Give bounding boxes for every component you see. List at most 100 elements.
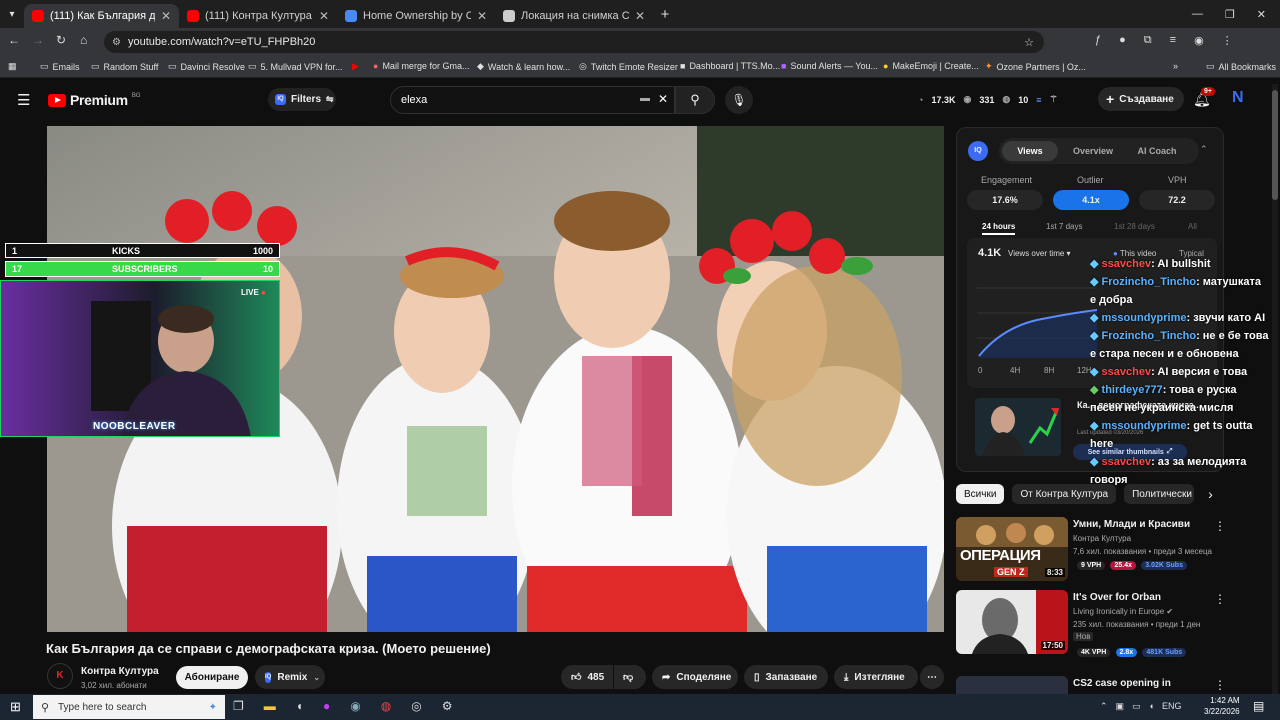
hamburger-menu-icon[interactable]: ☰ [17,91,30,109]
forward-icon[interactable]: → [32,33,44,47]
bookmark-star-icon[interactable]: ☆ [1024,36,1034,49]
search-button[interactable]: ⚲ [675,86,715,114]
save-button[interactable]: ▯ Запазване [744,665,828,689]
chrome-icon[interactable]: ◍ [381,699,391,713]
tab-search-icon[interactable]: ▾ [0,9,24,20]
windows-start-icon[interactable]: ⊞ [10,699,21,715]
bookmark-item[interactable]: ● MakeEmoji | Create... [883,61,979,71]
close-tab-icon[interactable]: ✕ [161,9,171,23]
tab-location[interactable]: Локация на снимка София ✕ [495,4,653,28]
remix-button[interactable]: IQ Remix ⌄ [255,665,325,689]
search-input[interactable]: elexa ▬ ✕ [390,86,675,114]
clock[interactable]: 1:42 AM 3/22/2026 [1204,695,1240,717]
settings-gear-icon[interactable]: ⚙ [442,699,453,713]
views-dropdown[interactable]: Views over time ▾ [1008,249,1071,258]
bookmark-item[interactable]: ● Mail merge for Gma... [373,61,469,71]
collapse-chevron-icon[interactable]: ⌃ [1200,144,1208,155]
bookmark-item[interactable]: ◎ Twitch Emote Resizer [579,61,678,72]
more-options-icon[interactable]: ⋮ [1214,592,1226,606]
close-tab-icon[interactable]: ✕ [319,9,329,23]
reload-icon[interactable]: ↻ [56,33,66,47]
restore-icon[interactable]: ❐ [1225,8,1235,21]
tab-home-ownership[interactable]: Home Ownership by Country 2... ✕ [337,4,495,28]
network-icon[interactable]: ▭ [1132,701,1141,712]
extensions-puzzle-icon[interactable]: ⧉ [1144,34,1152,47]
bookmark-item[interactable]: ▭ Emails [40,61,80,72]
subscribe-button[interactable]: Абониране [176,666,248,689]
site-info-icon[interactable]: ⚙ [112,37,121,48]
all-bookmarks[interactable]: ▭ All Bookmarks [1206,61,1276,72]
download-button[interactable]: ⤓ Изтегляне [834,665,918,689]
range-all[interactable]: All [1188,222,1197,231]
tab-active[interactable]: (111) Как България да се справ... ✕ [24,4,179,28]
bookmark-item[interactable]: ▶ [352,61,359,72]
bookmark-item[interactable]: ▭ 5. Mullvad VPN for... [248,61,343,72]
chevron-right-icon[interactable]: › [1208,484,1213,504]
voice-search-button[interactable]: 🎙 [725,86,753,114]
chip-from-channel[interactable]: От Контра Култура [1012,484,1117,504]
like-button[interactable]: 👍︎ 485 [561,665,613,689]
profile-avatar-icon[interactable]: ◉ [1194,34,1204,47]
tab-views[interactable]: Views [1002,141,1058,161]
share-button[interactable]: ➦ Споделяне [652,665,738,689]
address-bar[interactable]: ⚙ youtube.com/watch?v=eTU_FHPBh20 ☆ [104,31,1044,53]
more-options-icon[interactable]: ⋮ [1214,519,1226,533]
file-explorer-icon[interactable]: ▬ [264,699,276,713]
chip-political[interactable]: Политически н... [1124,484,1195,504]
account-avatar[interactable]: N [1232,89,1248,109]
range-24-hours[interactable]: 24 hours [982,222,1016,235]
app-icon[interactable]: ◖ [296,699,303,713]
tab-ai-coach[interactable]: AI Coach [1127,141,1187,161]
more-bookmarks-icon[interactable]: » [1173,61,1178,71]
keyboard-icon[interactable]: ▬ [640,93,650,104]
tab-overview[interactable]: Overview [1065,141,1121,161]
tray-app-icon[interactable]: ▣ [1116,701,1125,712]
dislike-button[interactable]: 👎︎ [614,665,646,689]
filter-icon[interactable]: ⚚ [1050,94,1058,105]
obs-icon[interactable]: ◎ [411,699,421,713]
close-tab-icon[interactable]: ✕ [635,9,645,23]
scrollbar-thumb[interactable] [1272,90,1278,200]
task-view-icon[interactable]: ❐ [233,699,244,713]
extension-icon[interactable]: ƒ [1095,34,1101,47]
volume-icon[interactable]: ◖ [1149,701,1154,712]
new-tab-icon[interactable]: + [653,6,677,23]
tray-chevron-icon[interactable]: ⌃ [1100,701,1108,712]
notifications-button[interactable]: 🔔︎ 9+ [1193,87,1215,108]
apps-grid-icon[interactable]: ▦ [8,61,17,72]
language-indicator[interactable]: ENG [1162,701,1182,712]
bookmark-item[interactable]: ■ Sound Alerts — You... [781,61,878,71]
range-28-days[interactable]: 1st 28 days [1114,222,1155,231]
bookmark-item[interactable]: ✦ Ozone Partners | Oz... [985,61,1086,72]
list-icon[interactable]: ≡ [1036,95,1041,105]
more-options-icon[interactable]: ⋮ [1214,678,1226,692]
bookmark-item[interactable]: ▭ Davinci Resolve [168,61,245,72]
bookmark-item[interactable]: ■ Dashboard | TTS.Mo... [680,61,780,71]
close-tab-icon[interactable]: ✕ [477,9,487,23]
bookmark-item[interactable]: ◆ Watch & learn how... [477,61,570,72]
recommendation-item[interactable]: 17:50 It's Over for Orban Living Ironica… [956,590,1256,657]
create-button[interactable]: + Създаване [1098,87,1184,111]
chip-all[interactable]: Всички [956,484,1005,504]
notification-center-icon[interactable]: ▤ [1253,699,1264,713]
channel-name[interactable]: Контра Култура [81,666,159,677]
extension-icon[interactable]: ● [1119,34,1126,47]
bookmark-item[interactable]: ▭ Random Stuff [91,61,158,72]
back-icon[interactable]: ← [8,33,20,47]
home-icon[interactable]: ⌂ [80,33,87,47]
app-icon[interactable]: ● [323,699,330,713]
similar-thumbnail[interactable] [975,398,1061,456]
taskbar-search[interactable]: ⚲ Type here to search ✦ [33,695,225,719]
youtube-logo[interactable]: Premium BG [48,92,140,108]
tab-kontra-kultura[interactable]: (111) Контра Култура - YouTub... ✕ [179,4,337,28]
recommendation-item[interactable]: ОПЕРАЦИЯ GEN Z 8:33 Умни, Млади и Красив… [956,517,1256,581]
more-actions-button[interactable]: ⋯ [920,665,944,689]
range-7-days[interactable]: 1st 7 days [1046,222,1082,231]
page-scrollbar[interactable] [1272,84,1278,694]
vidiq-filters-button[interactable]: IQ Filters ⇋ [268,88,336,111]
steam-icon[interactable]: ◉ [350,699,360,713]
minimize-icon[interactable]: — [1192,8,1203,21]
close-window-icon[interactable]: ✕ [1257,8,1266,21]
recommendation-item[interactable]: CS2 case opening in ⋮ [956,676,1256,694]
menu-kebab-icon[interactable]: ⋮ [1222,34,1233,47]
